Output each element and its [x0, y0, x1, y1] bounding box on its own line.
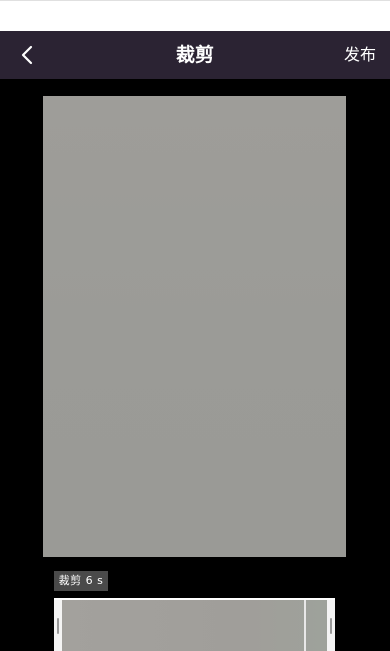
video-preview [43, 96, 346, 557]
timeline-frames [62, 600, 327, 651]
back-button[interactable] [14, 41, 42, 69]
timeline-playhead[interactable] [304, 600, 306, 651]
publish-button[interactable]: 发布 [344, 31, 376, 79]
trim-start-handle[interactable] [54, 600, 62, 651]
handle-grip-icon [330, 618, 332, 634]
chevron-left-icon [14, 41, 42, 69]
trim-end-handle[interactable] [327, 600, 335, 651]
trim-timeline[interactable] [54, 598, 335, 651]
trim-duration-badge: 裁剪 6 s [54, 571, 108, 591]
handle-grip-icon [57, 618, 59, 634]
status-strip [0, 0, 390, 31]
header-bar: 裁剪 发布 [0, 31, 390, 79]
page-title: 裁剪 [175, 44, 214, 66]
